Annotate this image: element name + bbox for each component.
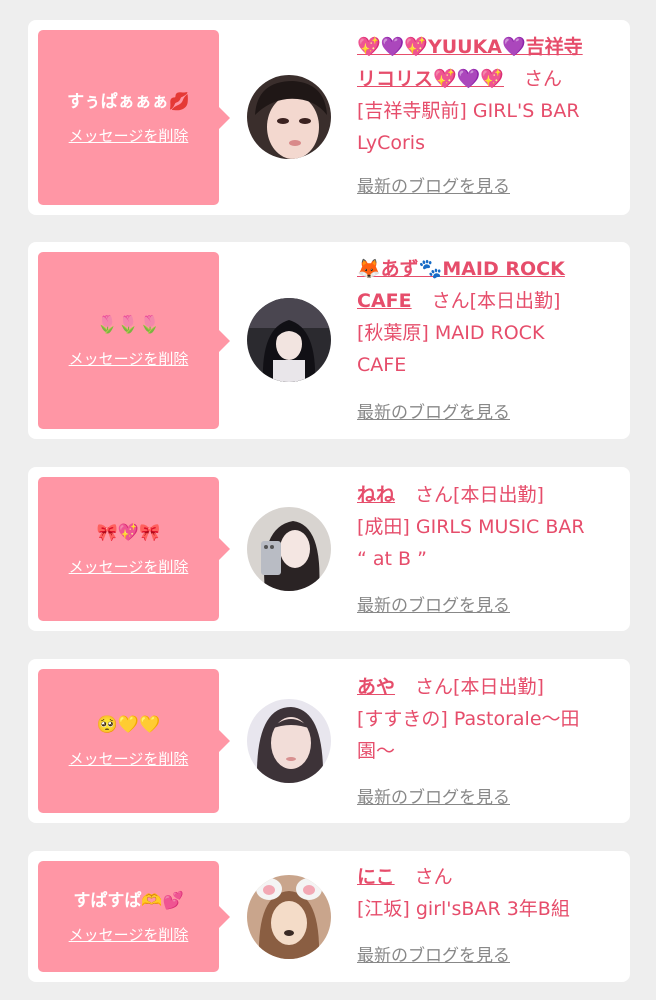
girl-info: ねね さん[本日出勤] [成田] GIRLS MUSIC BAR “ at B ” xyxy=(357,479,622,575)
message-bubble: すぅぱぁぁぁ💋 メッセージを削除 xyxy=(38,30,230,205)
girl-info: 🦊あず🐾MAID ROCK CAFE さん[本日出勤] [秋葉原] MAID ROC… xyxy=(357,253,622,381)
avatar[interactable] xyxy=(247,75,331,159)
avatar[interactable] xyxy=(247,507,331,591)
shop-info: [成田] GIRLS MUSIC BAR “ at B ” xyxy=(357,511,622,575)
shop-line: CAFE xyxy=(357,354,407,376)
avatar[interactable] xyxy=(247,298,331,382)
girl-name-line: リコリス💖💜💖 xyxy=(357,68,504,90)
name-block: あや さん[本日出勤] xyxy=(357,671,622,703)
delete-message-link[interactable]: メッセージを削除 xyxy=(69,126,189,146)
message-card: すぱすぱ🫶💕 メッセージを削除 にこ さん [江坂] girl'sBAR 3年B組 xyxy=(28,851,630,982)
message-text: すぅぱぁぁぁ💋 xyxy=(67,91,190,112)
girl-name-line: CAFE xyxy=(357,290,412,312)
profile-photo-icon xyxy=(247,75,331,159)
avatar[interactable] xyxy=(247,699,331,783)
shop-info: [吉祥寺駅前] GIRL'S BAR LyCoris xyxy=(357,95,622,159)
shop-line: 園〜 xyxy=(357,740,396,762)
avatar[interactable] xyxy=(247,875,331,959)
message-bubble: 🥺💛💛 メッセージを削除 xyxy=(38,669,230,813)
name-block: ねね さん[本日出勤] xyxy=(357,479,622,511)
status-badge: [本日出勤] xyxy=(453,484,544,506)
girl-info: あや さん[本日出勤] [すすきの] Pastorale〜田 園〜 xyxy=(357,671,622,767)
latest-blog-link[interactable]: 最新のブログを見る xyxy=(357,786,510,810)
message-bubble: すぱすぱ🫶💕 メッセージを削除 xyxy=(38,861,230,972)
girl-name-line: 💖💜💖YUUKA💜吉祥寺 xyxy=(357,36,583,58)
profile-photo-icon xyxy=(247,298,331,382)
latest-blog-link[interactable]: 最新のブログを見る xyxy=(357,401,510,425)
shop-line: LyCoris xyxy=(357,132,425,154)
status-badge: [本日出勤] xyxy=(469,290,561,312)
profile-photo-icon xyxy=(247,507,331,591)
message-list: すぅぱぁぁぁ💋 メッセージを削除 💖💜💖YUUKA💜吉祥寺 リコリス💖💜💖 さん [… xyxy=(0,0,656,1000)
shop-line: “ at B ” xyxy=(357,548,427,570)
girl-name-line: 🦊あず🐾MAID ROCK xyxy=(357,258,565,280)
message-card: 🥺💛💛 メッセージを削除 あや さん[本日出勤] [すすきの] Pastorale… xyxy=(28,659,630,823)
name-block: 🦊あず🐾MAID ROCK CAFE さん[本日出勤] xyxy=(357,253,622,317)
message-bubble: 🌷🌷🌷 メッセージを削除 xyxy=(38,252,230,429)
girl-info: 💖💜💖YUUKA💜吉祥寺 リコリス💖💜💖 さん [吉祥寺駅前] GIRL'S BAR… xyxy=(357,31,622,159)
shop-info: [すすきの] Pastorale〜田 園〜 xyxy=(357,703,622,767)
girl-name-link[interactable]: ねね xyxy=(357,484,395,506)
profile-photo-icon xyxy=(247,875,331,959)
message-text: 🎀💖🎀 xyxy=(96,523,161,543)
profile-photo-icon xyxy=(247,699,331,783)
shop-info: [秋葉原] MAID ROCK CAFE xyxy=(357,317,622,381)
message-card: 🌷🌷🌷 メッセージを削除 🦊あず🐾MAID ROCK CAFE さん[本日出勤] [… xyxy=(28,242,630,439)
shop-line: [すすきの] Pastorale〜田 xyxy=(357,708,580,730)
delete-message-link[interactable]: メッセージを削除 xyxy=(69,557,189,577)
honorific: さん xyxy=(415,676,454,698)
girl-name-link[interactable]: にこ xyxy=(357,866,395,888)
delete-message-link[interactable]: メッセージを削除 xyxy=(69,925,189,945)
latest-blog-link[interactable]: 最新のブログを見る xyxy=(357,594,510,618)
girl-name-link[interactable]: あや xyxy=(357,676,395,698)
status-badge: [本日出勤] xyxy=(453,676,544,698)
message-text: 🌷🌷🌷 xyxy=(96,314,161,335)
shop-line: [成田] GIRLS MUSIC BAR xyxy=(357,516,585,538)
honorific: さん xyxy=(414,866,453,888)
message-text: 🥺💛💛 xyxy=(96,715,161,735)
shop-line: [秋葉原] MAID ROCK xyxy=(357,322,545,344)
delete-message-link[interactable]: メッセージを削除 xyxy=(69,749,189,769)
latest-blog-link[interactable]: 最新のブログを見る xyxy=(357,944,510,968)
name-block: 💖💜💖YUUKA💜吉祥寺 リコリス💖💜💖 さん xyxy=(357,31,622,95)
message-bubble: 🎀💖🎀 メッセージを削除 xyxy=(38,477,230,621)
honorific: さん xyxy=(415,484,454,506)
name-block: にこ さん xyxy=(357,861,622,893)
girl-info: にこ さん [江坂] girl'sBAR 3年B組 xyxy=(357,861,622,925)
shop-info: [江坂] girl'sBAR 3年B組 xyxy=(357,893,622,925)
honorific: さん xyxy=(431,290,470,312)
shop-line: [江坂] girl'sBAR 3年B組 xyxy=(357,898,570,920)
message-card: 🎀💖🎀 メッセージを削除 ねね さん[本日出勤] [成田] GIRLS MUSIC… xyxy=(28,467,630,631)
message-text: すぱすぱ🫶💕 xyxy=(73,890,184,911)
delete-message-link[interactable]: メッセージを削除 xyxy=(69,349,189,369)
shop-line: [吉祥寺駅前] GIRL'S BAR xyxy=(357,100,580,122)
message-card: すぅぱぁぁぁ💋 メッセージを削除 💖💜💖YUUKA💜吉祥寺 リコリス💖💜💖 さん [… xyxy=(28,20,630,215)
latest-blog-link[interactable]: 最新のブログを見る xyxy=(357,175,510,199)
honorific: さん xyxy=(523,68,562,90)
